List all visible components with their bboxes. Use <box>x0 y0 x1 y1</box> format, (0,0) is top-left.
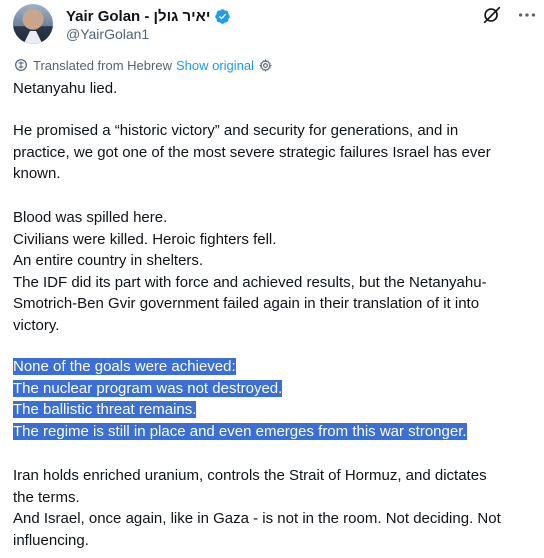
verified-badge-icon[interactable] <box>214 8 231 25</box>
selected-text-line: The ballistic threat remains. <box>13 399 538 421</box>
gear-icon[interactable] <box>258 58 273 73</box>
user-handle[interactable]: @YairGolan1 <box>66 26 149 42</box>
tweet-text-line: And Israel, once again, like in Gaza - i… <box>13 510 501 527</box>
tweet-text-line: Iran holds enriched uranium, controls th… <box>13 467 487 484</box>
selected-text: None of the goals were achieved: <box>13 358 236 375</box>
name-row: Yair Golan - יאיר גולן <box>66 6 231 26</box>
tweet-text-line: known. <box>13 165 61 182</box>
translate-icon <box>15 59 27 71</box>
selected-text-line: None of the goals were achieved: <box>13 356 538 378</box>
tweet-paragraph-2: He promised a “historic victory” and sec… <box>13 120 538 185</box>
more-icon[interactable] <box>516 4 538 26</box>
selected-text-line: The nuclear program was not destroyed. <box>13 378 538 400</box>
tweet-text-line: victory. <box>13 316 60 334</box>
avatar[interactable] <box>13 4 53 44</box>
translation-notice: Translated from Hebrew Show original <box>13 56 273 74</box>
tweet-text-line: Civilians were killed. Heroic fighters f… <box>13 230 277 248</box>
grok-icon[interactable] <box>481 4 503 26</box>
selected-text: The nuclear program was not destroyed. <box>13 379 283 397</box>
translation-label: Translated from Hebrew <box>33 57 172 73</box>
tweet-text-line: the terms. <box>13 488 80 506</box>
show-original-link[interactable]: Show original <box>176 58 254 73</box>
tweet-text-line: Blood was spilled here. <box>13 209 168 226</box>
tweet-text-line: Netanyahu lied. <box>13 80 118 97</box>
tweet-paragraph-4-selected: None of the goals were achieved: The nuc… <box>13 356 538 442</box>
display-name[interactable]: Yair Golan - יאיר גולן <box>66 8 210 25</box>
tweet-text-line: An entire country in shelters. <box>13 252 204 269</box>
selected-text: The regime is still in place and even em… <box>13 422 467 440</box>
tweet-paragraph-1: Netanyahu lied. <box>13 78 538 100</box>
tweet-paragraph-3: Blood was spilled here. Civilians were k… <box>13 207 538 336</box>
tweet-text-line: influencing. <box>13 531 89 549</box>
tweet-text-line: The IDF did its part with force and achi… <box>13 273 487 291</box>
tweet-header: Yair Golan - יאיר גולן @YairGolan1 <box>13 4 536 44</box>
tweet-text-line: Smotrich-Ben Gvir government failed agai… <box>13 295 480 312</box>
selected-text: The ballistic threat remains. <box>13 401 197 418</box>
tweet-text-line: He promised a “historic victory” and sec… <box>13 122 459 139</box>
tweet-paragraph-5: Iran holds enriched uranium, controls th… <box>13 465 538 551</box>
tweet-text-line: practice, we got one of the most severe … <box>13 143 491 161</box>
selected-text-line: The regime is still in place and even em… <box>13 421 538 443</box>
